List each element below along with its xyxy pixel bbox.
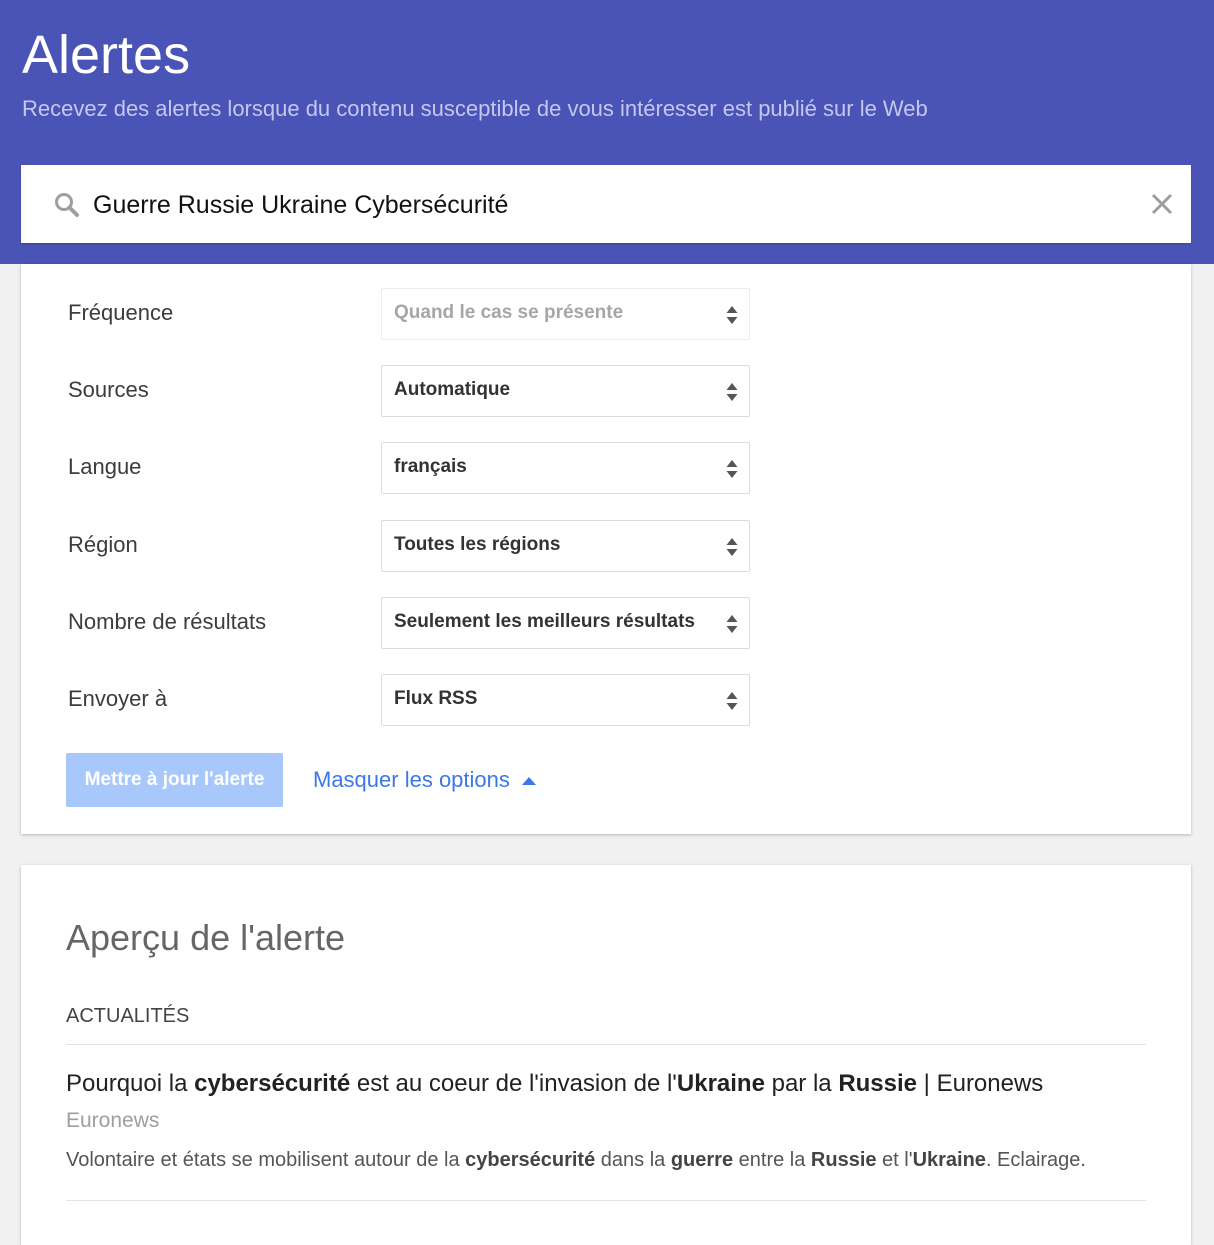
result-title-highlight: Ukraine (676, 1070, 765, 1097)
frequency-value: Quand le cas se présente (394, 302, 624, 323)
result-title-text: | Euronews (917, 1070, 1044, 1097)
close-icon[interactable] (1149, 191, 1175, 217)
region-value: Toutes les régions (394, 534, 561, 555)
result-title-link[interactable]: Pourquoi la cybersécurité est au coeur d… (66, 1070, 1043, 1098)
deliver-to-label: Envoyer à (68, 686, 168, 711)
result-snippet-text: . Eclairage. (985, 1149, 1086, 1171)
language-label: Langue (68, 454, 142, 479)
section-heading: ACTUALITÉS (66, 1005, 190, 1027)
select-arrows-icon (726, 460, 738, 478)
divider (66, 1200, 1146, 1201)
sources-value: Automatique (394, 379, 511, 400)
results-count-value: Seulement les meilleurs résultats (394, 611, 695, 632)
select-arrows-icon (726, 538, 738, 556)
option-row-frequency: Fréquence Quand le cas se présente (21, 288, 1191, 340)
select-arrows-icon (726, 306, 738, 324)
deliver-to-select[interactable]: Flux RSS (381, 674, 750, 726)
result-source: Euronews (66, 1109, 160, 1132)
result-snippet-highlight: Russie (810, 1149, 877, 1171)
option-row-sources: Sources Automatique (21, 365, 1191, 417)
option-row-deliver-to: Envoyer à Flux RSS (21, 674, 1191, 726)
search-input[interactable]: Guerre Russie Ukraine Cybersécurité (93, 191, 508, 220)
update-alert-button[interactable]: Mettre à jour l'alerte (66, 753, 283, 807)
caret-up-icon[interactable] (521, 776, 537, 786)
result-snippet-text: dans la (595, 1149, 671, 1171)
sources-select[interactable]: Automatique (381, 365, 750, 417)
options-panel: Fréquence Quand le cas se présente Sourc… (21, 264, 1191, 834)
region-select[interactable]: Toutes les régions (381, 520, 750, 572)
result-title-text: par la (764, 1070, 839, 1097)
hide-options-link[interactable]: Masquer les options (313, 767, 510, 793)
preview-title: Aperçu de l'alerte (66, 917, 346, 958)
deliver-to-value: Flux RSS (394, 688, 478, 709)
frequency-label: Fréquence (68, 300, 174, 325)
result-snippet-highlight: guerre (670, 1149, 734, 1171)
divider (66, 1044, 1146, 1045)
result-snippet-text: et l' (876, 1149, 913, 1171)
frequency-select[interactable]: Quand le cas se présente (381, 288, 750, 340)
result-snippet-text: entre la (733, 1149, 811, 1171)
result-title-highlight: Russie (838, 1070, 918, 1097)
result-title-text: Pourquoi la (66, 1070, 195, 1097)
search-box[interactable]: Guerre Russie Ukraine Cybersécurité (21, 165, 1191, 243)
result-snippet-text: Volontaire et états se mobilisent autour… (66, 1149, 466, 1171)
preview-panel: Aperçu de l'alerte ACTUALITÉS Pourquoi l… (21, 865, 1191, 1245)
region-label: Région (68, 532, 138, 557)
result-title-highlight: cybersécurité (194, 1070, 351, 1097)
result-title-text: est au coeur de l'invasion de l' (350, 1070, 677, 1097)
option-row-results-count: Nombre de résultats Seulement les meille… (21, 597, 1191, 649)
page-subtitle: Recevez des alertes lorsque du contenu s… (22, 96, 928, 121)
select-arrows-icon (726, 383, 738, 401)
search-icon (55, 193, 79, 217)
select-arrows-icon (726, 615, 738, 633)
page-title: Alertes (22, 25, 191, 85)
language-select[interactable]: français (381, 442, 750, 494)
result-snippet-highlight: cybersécurité (465, 1149, 596, 1171)
results-count-label: Nombre de résultats (68, 609, 267, 634)
sources-label: Sources (68, 377, 149, 402)
result-snippet-highlight: Ukraine (912, 1149, 986, 1171)
update-alert-button-label: Mettre à jour l'alerte (84, 769, 265, 790)
result-snippet: Volontaire et états se mobilisent autour… (66, 1149, 1086, 1172)
results-count-select[interactable]: Seulement les meilleurs résultats (381, 597, 750, 649)
option-row-region: Région Toutes les régions (21, 520, 1191, 572)
select-arrows-icon (726, 692, 738, 710)
language-value: français (394, 456, 467, 477)
option-row-language: Langue français (21, 442, 1191, 494)
